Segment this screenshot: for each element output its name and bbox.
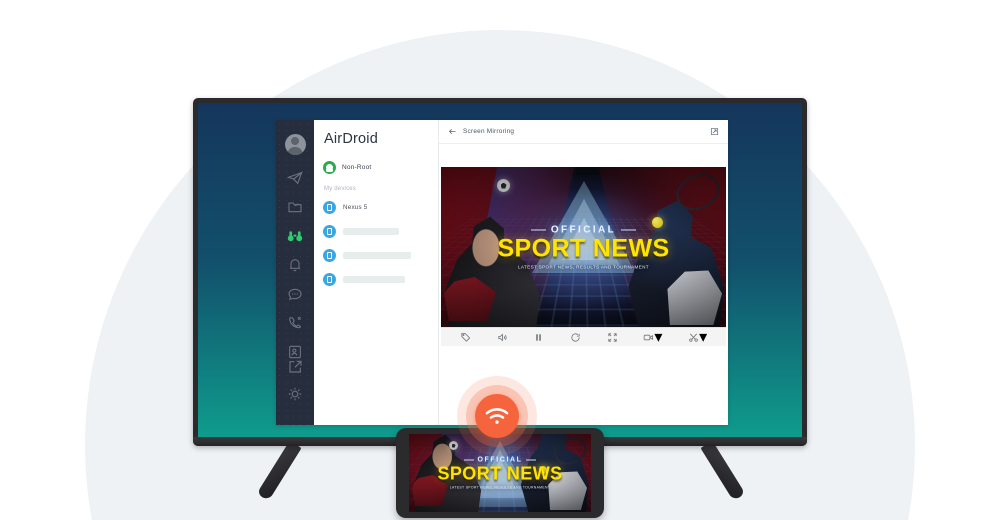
- gear-icon[interactable]: [287, 386, 303, 402]
- account-label: Non-Root: [342, 164, 372, 171]
- user-avatar-icon[interactable]: [284, 134, 306, 155]
- device-name-placeholder: [343, 228, 399, 235]
- paper-plane-icon[interactable]: [287, 170, 303, 186]
- artwork-text-block: OFFICIAL SPORT NEWS LATEST SPORT NEWS, R…: [409, 457, 591, 490]
- fullscreen-icon[interactable]: [607, 332, 618, 343]
- list-item[interactable]: [323, 249, 438, 262]
- phone-call-icon[interactable]: [287, 315, 303, 331]
- record-button[interactable]: ▾: [643, 327, 662, 347]
- phone-icon: [323, 249, 336, 262]
- video-camera-icon: [643, 332, 654, 343]
- tag-icon[interactable]: [460, 332, 471, 343]
- list-item[interactable]: Nexus 5: [323, 201, 438, 214]
- artwork-subtitle: LATEST SPORT NEWS, RESULTS AND TOURNAMEN…: [449, 485, 551, 490]
- pause-icon[interactable]: [533, 332, 544, 343]
- list-item[interactable]: [323, 273, 438, 286]
- android-robot-icon: [323, 161, 336, 174]
- phone-icon: [323, 225, 336, 238]
- wifi-icon: [475, 394, 519, 438]
- artwork-title: SPORT NEWS: [437, 463, 563, 484]
- device-name-placeholder: [343, 276, 405, 283]
- phone-icon: [323, 201, 336, 214]
- arrow-left-icon[interactable]: [448, 127, 457, 136]
- chevron-down-icon: ▾: [699, 329, 708, 346]
- scissors-icon: [688, 332, 699, 343]
- refresh-icon[interactable]: [570, 332, 581, 343]
- compose-icon[interactable]: [287, 359, 303, 375]
- chevron-down-icon: ▾: [654, 329, 663, 346]
- device-name-placeholder: [343, 252, 411, 259]
- device-list-panel: AirDroid Non-Root My devices Nexus 5: [314, 120, 439, 425]
- list-item[interactable]: [323, 225, 438, 238]
- page-title: Screen Mirroring: [463, 128, 515, 135]
- device-name: Nexus 5: [343, 204, 368, 211]
- artwork-kicker: OFFICIAL: [409, 457, 591, 464]
- chat-bubble-icon[interactable]: [287, 286, 303, 302]
- app-brand-title: AirDroid: [324, 131, 378, 147]
- folder-icon[interactable]: [287, 199, 303, 215]
- sidebar-rail-bottom: [276, 359, 314, 413]
- devices-section-header: My devices: [324, 186, 357, 192]
- artwork-subtitle: LATEST SPORT NEWS, RESULTS AND TOURNAMEN…: [518, 264, 649, 270]
- artwork-title: SPORT NEWS: [497, 234, 670, 263]
- main-header: Screen Mirroring: [439, 120, 728, 144]
- contact-card-icon[interactable]: [287, 344, 303, 360]
- external-link-icon[interactable]: [710, 127, 719, 136]
- sport-news-artwork: OFFICIAL SPORT NEWS LATEST SPORT NEWS, R…: [441, 167, 726, 327]
- sidebar-rail: [276, 120, 314, 425]
- scene: AirDroid Non-Root My devices Nexus 5 Scr…: [0, 0, 1000, 520]
- bell-icon[interactable]: [287, 257, 303, 273]
- mirrored-screen-video[interactable]: OFFICIAL SPORT NEWS LATEST SPORT NEWS, R…: [441, 167, 726, 327]
- binoculars-icon[interactable]: [287, 228, 303, 244]
- player-toolbar: ▾ ▾: [441, 327, 726, 346]
- sound-mute-icon[interactable]: [497, 332, 508, 343]
- artwork-text-block: OFFICIAL SPORT NEWS LATEST SPORT NEWS, R…: [441, 225, 726, 270]
- screenshot-button[interactable]: ▾: [688, 327, 707, 347]
- phone-icon: [323, 273, 336, 286]
- account-row[interactable]: Non-Root: [323, 161, 438, 174]
- wifi-badge: [457, 376, 537, 456]
